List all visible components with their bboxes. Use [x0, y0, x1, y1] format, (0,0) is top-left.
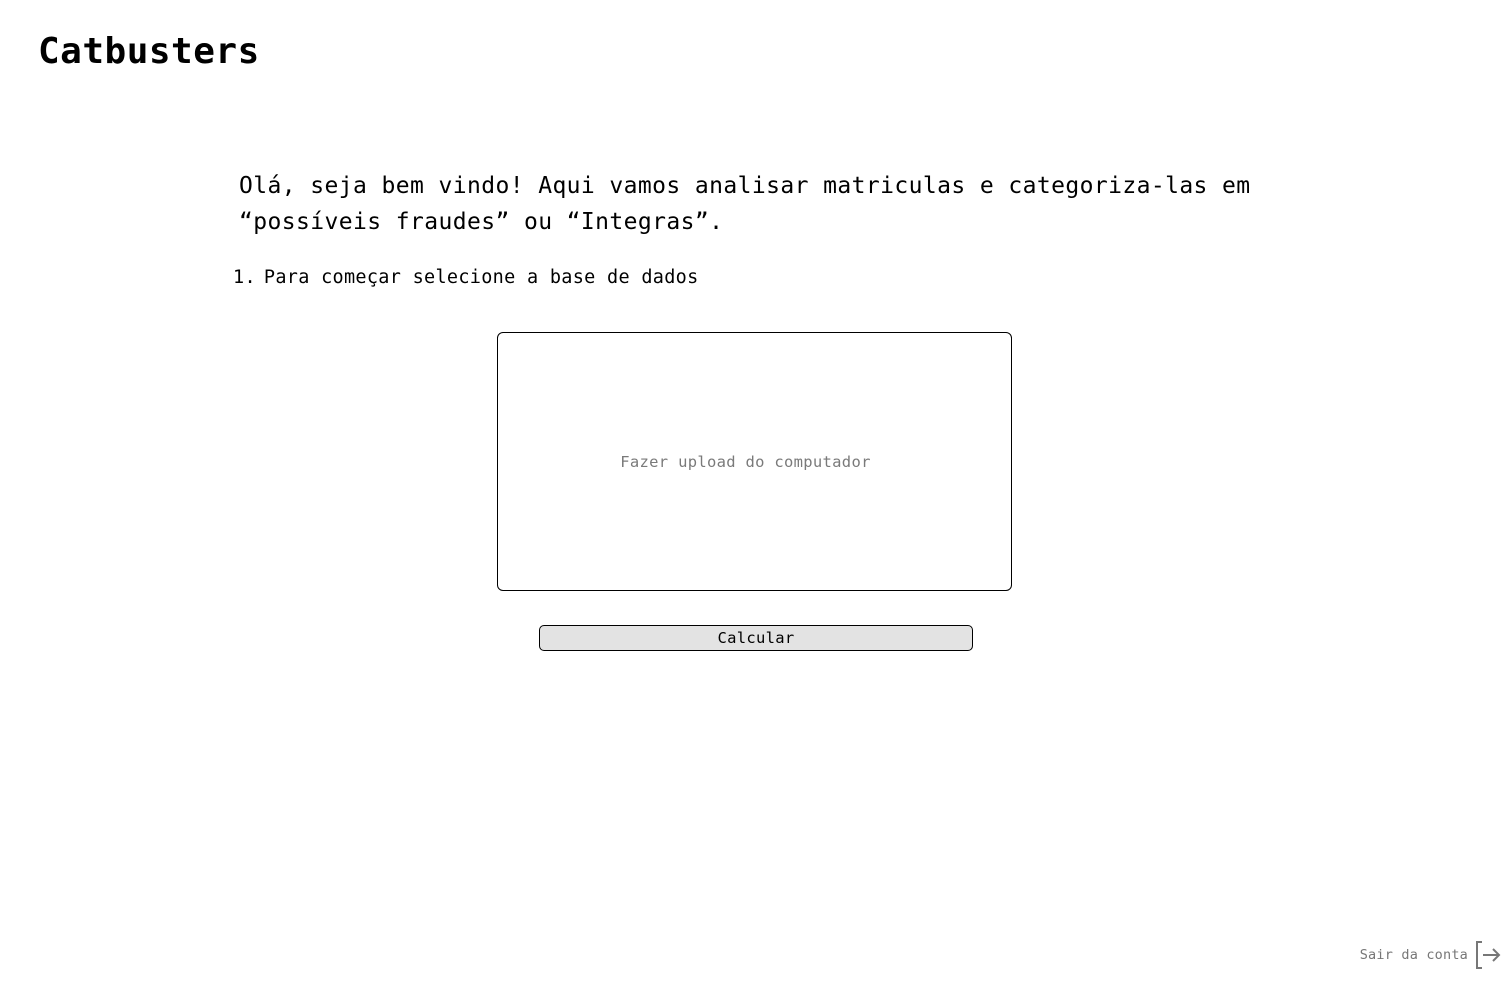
logout-label: Sair da conta [1359, 947, 1468, 963]
page: Catbusters Olá, seja bem vindo! Aqui vam… [0, 0, 1512, 982]
steps-list: 1. Para começar selecione a base de dado… [233, 264, 699, 292]
step-item: 1. Para começar selecione a base de dado… [233, 264, 699, 292]
file-upload-dropzone[interactable]: Fazer upload do computador [497, 332, 1012, 591]
upload-label: Fazer upload do computador [620, 452, 871, 471]
calculate-button[interactable]: Calcular [539, 625, 973, 651]
step-text: Para começar selecione a base de dados [263, 267, 699, 288]
app-title: Catbusters [38, 31, 260, 72]
logout-icon [1474, 940, 1502, 970]
welcome-message: Olá, seja bem vindo! Aqui vamos analisar… [239, 173, 1251, 235]
logout-button[interactable]: Sair da conta [1360, 940, 1502, 970]
step-number: 1. [233, 267, 256, 288]
